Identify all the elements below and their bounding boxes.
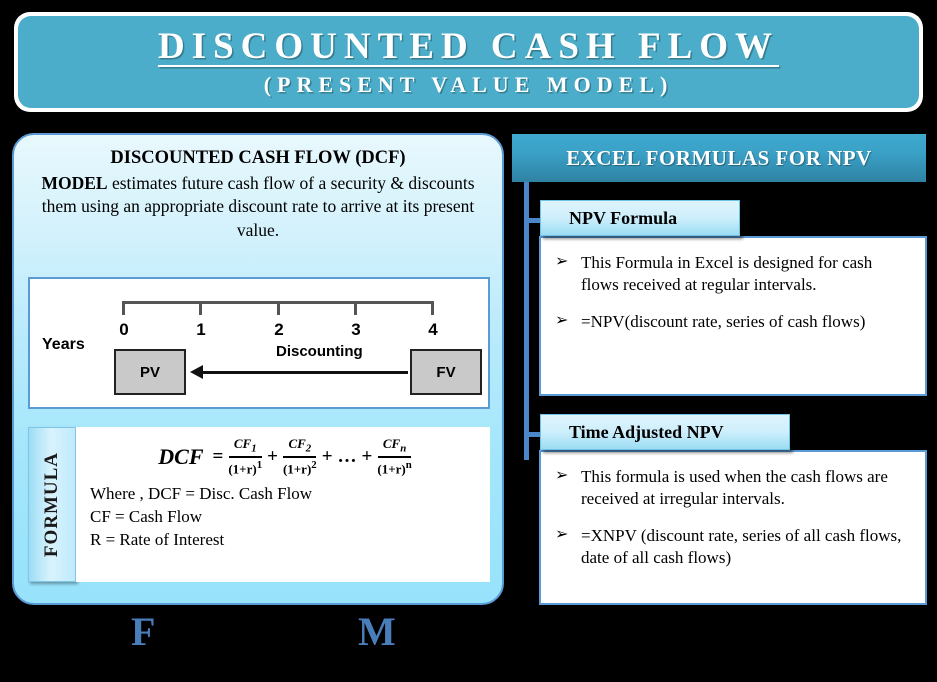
term-numerator: CFn — [377, 436, 412, 459]
bullet-arrow-icon: ➢ — [555, 253, 569, 270]
list-item: ➢ =NPV(discount rate, series of cash flo… — [555, 311, 913, 333]
formula-tab-label: FORMULA — [41, 451, 62, 558]
formula-legend: Where , DCF = Disc. Cash Flow CF = Cash … — [90, 483, 480, 551]
term-denominator: (1+r)1 — [228, 459, 263, 477]
list-item-text: =XNPV (discount rate, series of all cash… — [581, 526, 902, 568]
list-item-text: This Formula in Excel is designed for ca… — [581, 253, 873, 295]
dcf-description: DISCOUNTED CASH FLOW (DCF) MODEL estimat… — [14, 135, 502, 242]
equation-lhs: DCF — [158, 444, 204, 470]
list-item: ➢ This Formula in Excel is designed for … — [555, 252, 913, 296]
equation-plus: + — [267, 446, 278, 468]
bullet-arrow-icon: ➢ — [555, 467, 569, 484]
time-adjusted-npv-label-text: Time Adjusted NPV — [569, 421, 724, 442]
connector-line-vertical — [524, 182, 529, 460]
bottom-letter-left: F — [131, 609, 156, 654]
legend-line: CF = Cash Flow — [90, 506, 203, 526]
term-numerator: CF2 — [283, 436, 317, 459]
equation-equals: = — [212, 446, 224, 468]
bullet-arrow-icon: ➢ — [555, 526, 569, 544]
equation-ellipsis: … — [337, 446, 357, 468]
timeline-tick — [122, 301, 125, 315]
term-denominator: (1+r)2 — [282, 459, 317, 477]
formula-block: FORMULA DCF = CF1 (1+r)1 + CF2 (1+r)2 + … — [28, 427, 490, 582]
npv-formula-label: NPV Formula — [540, 200, 740, 236]
discounting-arrow-line — [196, 371, 408, 374]
timeline-tick — [277, 301, 280, 315]
dcf-description-body: estimates future cash flow of a security… — [41, 172, 475, 240]
timeline-tick-label: 3 — [351, 320, 361, 339]
timeline-tick-label: 4 — [428, 320, 438, 339]
dcf-description-strong: MODEL — [41, 172, 108, 193]
excel-formulas-header-label: EXCEL FORMULAS FOR NPV — [566, 145, 872, 170]
formula-tab: FORMULA — [28, 427, 76, 582]
npv-formula-label-text: NPV Formula — [569, 207, 678, 228]
discounting-timeline-diagram: Years 0 1 2 3 4 PV FV Discounting — [28, 277, 490, 409]
term-numerator: CF1 — [228, 436, 262, 459]
list-item-text: =NPV(discount rate, series of cash flows… — [581, 312, 866, 332]
bottom-letter-right: M — [358, 609, 396, 654]
timeline-tick-label: 0 — [119, 320, 129, 339]
equation-plus: + — [321, 446, 333, 468]
bullet-arrow-icon: ➢ — [555, 312, 569, 330]
equation-term-1: CF1 (1+r)1 — [228, 436, 263, 477]
page-title: DISCOUNTED CASH FLOW — [157, 26, 780, 68]
timeline-tick — [431, 301, 434, 315]
equation-term-2: CF2 (1+r)2 — [282, 436, 317, 477]
timeline-tick-label: 1 — [196, 320, 206, 339]
page-subtitle: (PRESENT VALUE MODEL) — [263, 71, 674, 97]
dcf-model-panel: DISCOUNTED CASH FLOW (DCF) MODEL estimat… — [12, 133, 504, 605]
page-header: DISCOUNTED CASH FLOW (PRESENT VALUE MODE… — [14, 12, 923, 112]
discounting-arrow-label: Discounting — [276, 343, 363, 360]
timeline-axis-label: Years — [42, 336, 85, 353]
excel-formulas-header: EXCEL FORMULAS FOR NPV — [512, 134, 926, 182]
dcf-equation: DCF = CF1 (1+r)1 + CF2 (1+r)2 + … + CFn … — [90, 436, 480, 477]
future-value-box: FV — [410, 349, 482, 395]
equation-term-n: CFn (1+r)n — [377, 436, 412, 477]
list-item: ➢ =XNPV (discount rate, series of all ca… — [555, 525, 913, 569]
dcf-description-title: DISCOUNTED CASH FLOW (DCF) — [110, 148, 406, 168]
formula-body: DCF = CF1 (1+r)1 + CF2 (1+r)2 + … + CFn … — [76, 427, 490, 582]
list-item-text: This formula is used when the cash flows… — [581, 467, 888, 509]
equation-plus: + — [361, 446, 373, 468]
time-adjusted-npv-content: ➢ This formula is used when the cash flo… — [539, 450, 927, 605]
term-denominator: (1+r)n — [377, 459, 412, 477]
present-value-box: PV — [114, 349, 186, 395]
timeline-axis: 0 1 2 3 4 — [119, 301, 438, 339]
npv-formula-content: ➢ This Formula in Excel is designed for … — [539, 236, 927, 396]
time-adjusted-npv-label: Time Adjusted NPV — [540, 414, 790, 450]
legend-line: R = Rate of Interest — [90, 529, 225, 549]
legend-line: Where , DCF = Disc. Cash Flow — [90, 484, 313, 504]
timeline-tick — [354, 301, 357, 315]
header-bar: DISCOUNTED CASH FLOW (PRESENT VALUE MODE… — [18, 16, 919, 108]
arrow-left-icon — [190, 365, 203, 379]
timeline-tick-label: 2 — [274, 320, 284, 339]
list-item: ➢ This formula is used when the cash flo… — [555, 466, 913, 510]
timeline-tick — [199, 301, 202, 315]
